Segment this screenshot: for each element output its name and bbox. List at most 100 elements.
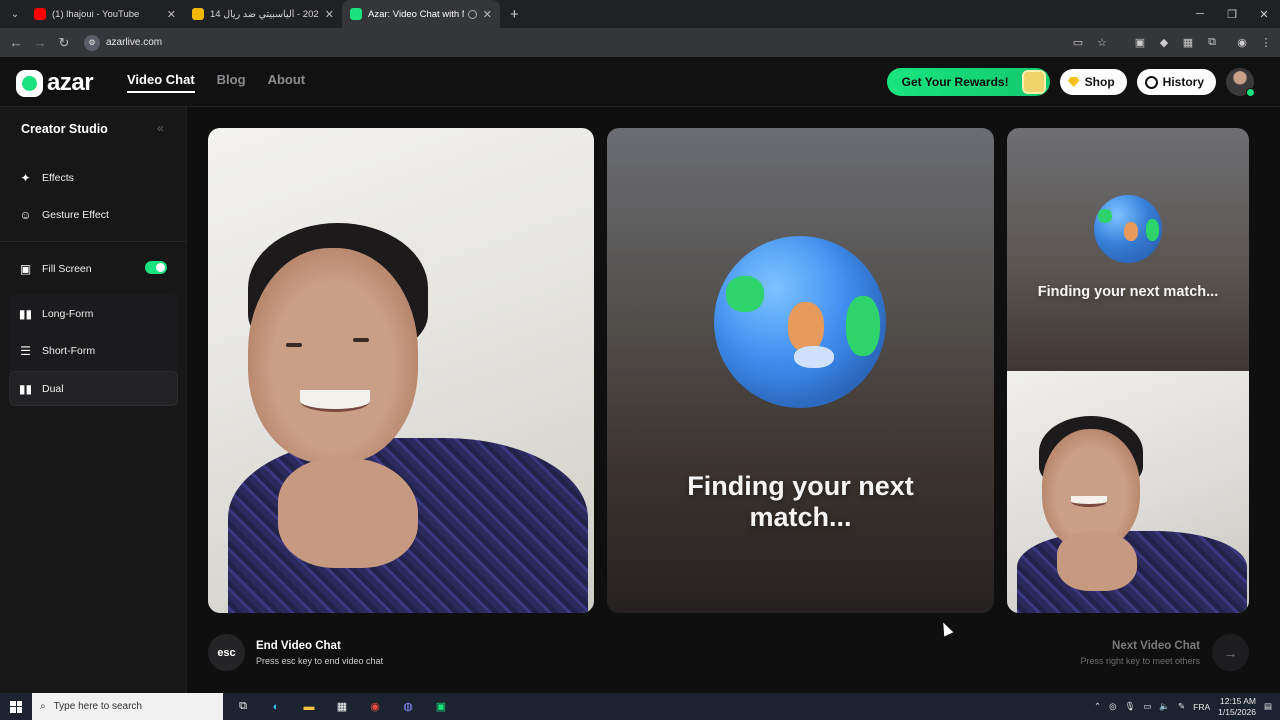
tab-search-button[interactable]: ⌄ bbox=[4, 3, 26, 25]
cloud bbox=[794, 346, 834, 368]
right-eye bbox=[353, 338, 369, 342]
sidebar-item-gesture-effect[interactable]: ☺ Gesture Effect bbox=[18, 207, 109, 222]
sidebar-item-label: Gesture Effect bbox=[42, 208, 109, 221]
translate-icon[interactable]: ▣ bbox=[1132, 35, 1148, 51]
layout-dual[interactable]: ▮▮ Dual bbox=[18, 381, 64, 396]
microphone-icon: 🎙 bbox=[1124, 701, 1136, 711]
extension-icon[interactable]: ◆ bbox=[1156, 35, 1172, 51]
taskbar-clock[interactable]: 12:15 AM 1/15/2026 bbox=[1218, 696, 1256, 718]
site-info-icon[interactable]: ⚙ bbox=[84, 34, 100, 51]
azar-favicon-icon bbox=[350, 8, 362, 20]
search-placeholder: Type here to search bbox=[53, 701, 142, 712]
address-bar: ← → ↻ ⚙ azarlive.com ▭ ☆ ▣ ◆ ▦ ⧉ ◉ ⋮ bbox=[0, 28, 1280, 57]
match-video-panel: Finding your next match... bbox=[607, 128, 994, 613]
layout-label: Short-Form bbox=[42, 344, 96, 357]
short-form-icon: ☰ bbox=[20, 343, 31, 358]
next-video-chat-hint: Press right key to meet others bbox=[1080, 656, 1200, 666]
creator-studio-sidebar: Creator Studio « ✦ Effects ☺ Gesture Eff… bbox=[0, 107, 187, 693]
continent bbox=[788, 302, 824, 352]
tab-title: Azar: Video Chat with New bbox=[368, 8, 464, 20]
cast-icon[interactable]: ▭ bbox=[1070, 35, 1086, 51]
browser-toolbar: ▭ ☆ ▣ ◆ ▦ ⧉ ◉ ⋮ bbox=[1070, 28, 1274, 57]
tab-azar[interactable]: Azar: Video Chat with New ✕ bbox=[342, 0, 500, 28]
reload-icon[interactable]: ↻ bbox=[52, 35, 76, 51]
self-video-preview-panel bbox=[1007, 371, 1249, 613]
match-preview-panel: Finding your next match... bbox=[1007, 128, 1249, 371]
azar-app-icon[interactable]: ▣ bbox=[431, 697, 451, 717]
collapse-sidebar-icon[interactable]: « bbox=[157, 121, 164, 135]
nav-video-chat[interactable]: Video Chat bbox=[127, 72, 195, 93]
history-button[interactable]: History bbox=[1136, 69, 1216, 95]
network-icon[interactable]: ▭ bbox=[1143, 701, 1151, 712]
close-window-button[interactable]: ✕ bbox=[1248, 0, 1280, 28]
left-eye bbox=[286, 343, 302, 347]
new-tab-button[interactable]: + bbox=[510, 6, 519, 23]
youtube-icon bbox=[34, 8, 46, 20]
end-chat-esc-button[interactable]: esc bbox=[208, 634, 245, 671]
close-tab-icon[interactable]: ✕ bbox=[167, 8, 176, 21]
tab-youtube[interactable]: (1) lhajoui - YouTube ✕ bbox=[26, 0, 184, 28]
nav-blog[interactable]: Blog bbox=[217, 72, 246, 93]
sidebar-item-effects[interactable]: ✦ Effects bbox=[18, 170, 73, 185]
fill-screen-label: Fill Screen bbox=[42, 262, 92, 275]
continent bbox=[1098, 209, 1112, 223]
continent bbox=[846, 296, 880, 356]
restore-button[interactable]: ❐ bbox=[1216, 0, 1248, 28]
fill-screen-toggle[interactable] bbox=[145, 261, 167, 274]
app-header: azar Video Chat Blog About Get Your Rewa… bbox=[0, 57, 1280, 107]
shop-button[interactable]: Shop bbox=[1059, 69, 1127, 95]
forward-icon[interactable]: → bbox=[28, 35, 52, 50]
edge-icon[interactable]: ◐ bbox=[266, 697, 286, 717]
close-tab-icon[interactable]: ✕ bbox=[325, 8, 334, 21]
layout-label: Long-Form bbox=[42, 307, 94, 320]
rewards-button[interactable]: Get Your Rewards! bbox=[886, 68, 1050, 96]
minimize-button[interactable]: ─ bbox=[1184, 0, 1216, 28]
taskbar-apps: ⧉ ◐ ▬ ▦ ◉ ◍ ▣ bbox=[233, 697, 451, 717]
close-tab-icon[interactable]: ✕ bbox=[483, 8, 492, 21]
camera-in-use-icon: ◎ bbox=[1109, 701, 1117, 711]
browser-tab-bar: ⌄ (1) lhajoui - YouTube ✕ 14 يناير 2026 … bbox=[0, 0, 1280, 28]
fill-screen-icon: ▣ bbox=[19, 261, 32, 276]
volume-icon[interactable]: 🔈 bbox=[1159, 701, 1170, 712]
next-chat-arrow-button[interactable]: → bbox=[1212, 634, 1249, 671]
task-view-icon[interactable]: ⧉ bbox=[233, 697, 253, 717]
back-icon[interactable]: ← bbox=[4, 35, 28, 50]
pen-icon[interactable]: ✎ bbox=[1178, 701, 1185, 712]
system-tray: ⌃ ◎ 🎙 ▭ 🔈 ✎ FRA 12:15 AM 1/15/2026 ▤ bbox=[1094, 693, 1272, 720]
long-form-icon: ▮▮ bbox=[18, 306, 33, 321]
start-button[interactable] bbox=[0, 693, 32, 720]
menu-kebab-icon[interactable]: ⋮ bbox=[1258, 35, 1274, 51]
chrome-icon[interactable]: ◉ bbox=[365, 697, 385, 717]
globe-icon bbox=[1094, 195, 1162, 263]
windows-taskbar: ⌕ Type here to search ⧉ ◐ ▬ ▦ ◉ ◍ ▣ ⌃ ◎ … bbox=[0, 693, 1280, 720]
avatar[interactable] bbox=[1226, 68, 1255, 97]
url-field[interactable]: ⚙ azarlive.com bbox=[84, 32, 162, 54]
profile-icon[interactable]: ◉ bbox=[1234, 35, 1250, 51]
taskbar-search[interactable]: ⌕ Type here to search bbox=[32, 693, 223, 720]
self-video-panel bbox=[208, 128, 594, 613]
tray-overflow-icon[interactable]: ⌃ bbox=[1094, 701, 1101, 712]
nav-about[interactable]: About bbox=[268, 72, 306, 93]
layout-long-form[interactable]: ▮▮ Long-Form bbox=[18, 306, 93, 321]
tab-match[interactable]: 14 يناير 2026 - ألياسبيتي ضد ريال ✕ bbox=[184, 0, 342, 28]
notifications-icon[interactable]: ▤ bbox=[1264, 701, 1272, 712]
tab-title: (1) lhajoui - YouTube bbox=[52, 8, 140, 20]
extensions-puzzle-icon[interactable]: ⧉ bbox=[1204, 35, 1220, 51]
fill-screen-row: ▣ Fill Screen bbox=[18, 261, 92, 276]
file-explorer-icon[interactable]: ▬ bbox=[299, 697, 319, 717]
rewards-label: Get Your Rewards! bbox=[901, 75, 1009, 89]
tab-title: 14 يناير 2026 - ألياسبيتي ضد ريال bbox=[210, 8, 319, 20]
bookmark-star-icon[interactable]: ☆ bbox=[1094, 35, 1110, 51]
gesture-icon: ☺ bbox=[19, 207, 32, 222]
header-actions: Get Your Rewards! Shop History bbox=[886, 68, 1255, 97]
extension-icon-2[interactable]: ▦ bbox=[1180, 35, 1196, 51]
language-indicator[interactable]: FRA bbox=[1193, 702, 1210, 712]
finding-match-text-small: Finding your next match... bbox=[1037, 284, 1219, 300]
azar-logo[interactable]: azar bbox=[16, 69, 94, 97]
layout-short-form[interactable]: ☰ Short-Form bbox=[18, 343, 95, 358]
next-video-chat-title: Next Video Chat bbox=[1112, 640, 1200, 652]
continent bbox=[726, 276, 764, 312]
gift-icon bbox=[1021, 70, 1046, 94]
discord-icon[interactable]: ◍ bbox=[398, 697, 418, 717]
store-icon[interactable]: ▦ bbox=[332, 697, 352, 717]
